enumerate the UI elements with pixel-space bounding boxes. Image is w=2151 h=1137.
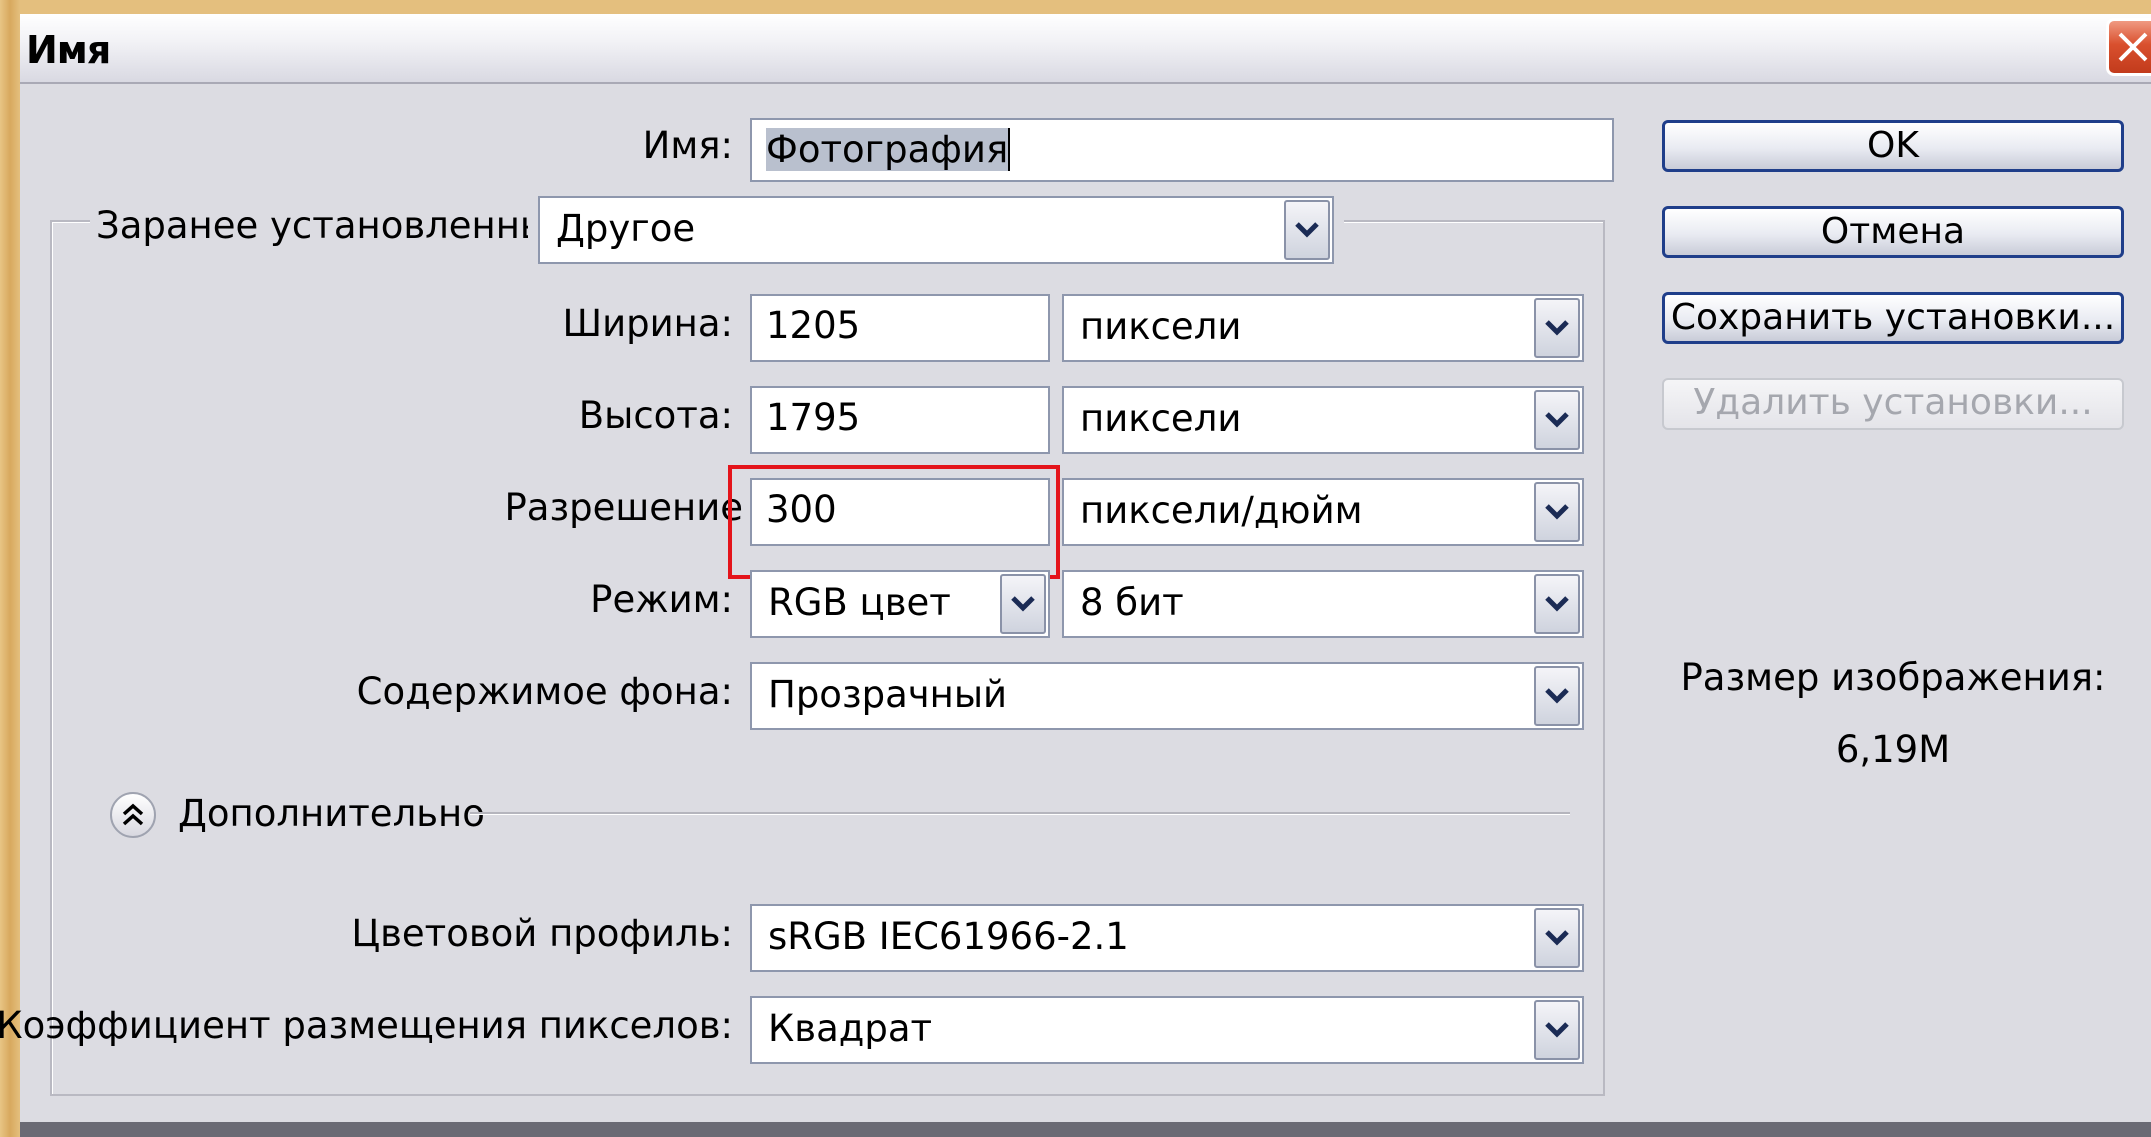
resolution-label: Разрешение <box>504 486 743 529</box>
height-input[interactable]: 1795 <box>750 386 1050 454</box>
name-label: Имя: <box>642 124 733 167</box>
bit-depth-dropdown-button[interactable] <box>1534 574 1580 634</box>
advanced-toggle[interactable] <box>110 792 156 838</box>
resolution-unit-dropdown-button[interactable] <box>1534 482 1580 542</box>
preset-select[interactable]: Другое <box>538 196 1334 264</box>
new-document-dialog: Имя Имя: Фотография Заранее установленны… <box>0 14 2151 1137</box>
close-button[interactable] <box>2106 18 2151 76</box>
width-label: Ширина: <box>562 302 733 345</box>
save-preset-button[interactable]: Сохранить установки... <box>1662 292 2124 344</box>
preset-label: Заранее установленные: <box>90 204 591 247</box>
background-label: Содержимое фона: <box>356 670 733 713</box>
width-unit-value: пиксели <box>1080 305 1242 348</box>
width-unit-dropdown-button[interactable] <box>1534 298 1580 358</box>
title-bar[interactable]: Имя <box>20 14 2151 84</box>
preset-value: Другое <box>556 207 696 250</box>
chevron-down-icon <box>1545 596 1569 612</box>
chevron-down-icon <box>1545 688 1569 704</box>
double-chevron-up-icon <box>122 803 144 826</box>
pixel-aspect-label: Коэффициент размещения пикселов: <box>0 1004 733 1047</box>
color-profile-value: sRGB IEC61966-2.1 <box>768 915 1129 958</box>
advanced-label[interactable]: Дополнительно <box>178 792 485 835</box>
status-strip <box>20 1122 2151 1137</box>
height-unit-dropdown-button[interactable] <box>1534 390 1580 450</box>
chevron-down-icon <box>1545 504 1569 520</box>
cancel-button[interactable]: Отмена <box>1662 206 2124 258</box>
mode-label: Режим: <box>590 578 733 621</box>
preset-dropdown-button[interactable] <box>1284 200 1330 260</box>
chevron-down-icon <box>1545 1022 1569 1038</box>
height-label: Высота: <box>578 394 733 437</box>
resolution-highlight-box <box>728 465 1060 579</box>
height-unit-value: пиксели <box>1080 397 1242 440</box>
chevron-down-icon <box>1545 930 1569 946</box>
delete-preset-button[interactable]: Удалить установки... <box>1662 378 2124 430</box>
width-unit-select[interactable]: пиксели <box>1062 294 1584 362</box>
close-x-icon <box>2118 32 2148 62</box>
mode-value: RGB цвет <box>768 581 951 624</box>
background-dropdown-button[interactable] <box>1534 666 1580 726</box>
width-input[interactable]: 1205 <box>750 294 1050 362</box>
resolution-unit-select[interactable]: пиксели/дюйм <box>1062 478 1584 546</box>
window-title: Имя <box>26 28 111 72</box>
chevron-down-icon <box>1011 596 1035 612</box>
mode-select[interactable]: RGB цвет <box>750 570 1050 638</box>
chevron-down-icon <box>1295 222 1319 238</box>
advanced-divider <box>470 812 1570 814</box>
bit-depth-select[interactable]: 8 бит <box>1062 570 1584 638</box>
pixel-aspect-value: Квадрат <box>768 1007 933 1050</box>
background-select[interactable]: Прозрачный <box>750 662 1584 730</box>
name-input[interactable]: Фотография <box>750 118 1614 182</box>
pixel-aspect-select[interactable]: Квадрат <box>750 996 1584 1064</box>
name-value: Фотография <box>766 128 1009 171</box>
chevron-down-icon <box>1545 412 1569 428</box>
color-profile-label: Цветовой профиль: <box>351 912 733 955</box>
resolution-unit-value: пиксели/дюйм <box>1080 489 1363 532</box>
color-profile-select[interactable]: sRGB IEC61966-2.1 <box>750 904 1584 972</box>
color-profile-dropdown-button[interactable] <box>1534 908 1580 968</box>
mode-dropdown-button[interactable] <box>1000 574 1046 634</box>
pixel-aspect-dropdown-button[interactable] <box>1534 1000 1580 1060</box>
image-size-label: Размер изображения: <box>1680 656 2106 699</box>
image-size-value: 6,19M <box>1835 728 1951 771</box>
bit-depth-value: 8 бит <box>1080 581 1184 624</box>
background-value: Прозрачный <box>768 673 1008 716</box>
chevron-down-icon <box>1545 320 1569 336</box>
ok-button[interactable]: OK <box>1662 120 2124 172</box>
height-unit-select[interactable]: пиксели <box>1062 386 1584 454</box>
